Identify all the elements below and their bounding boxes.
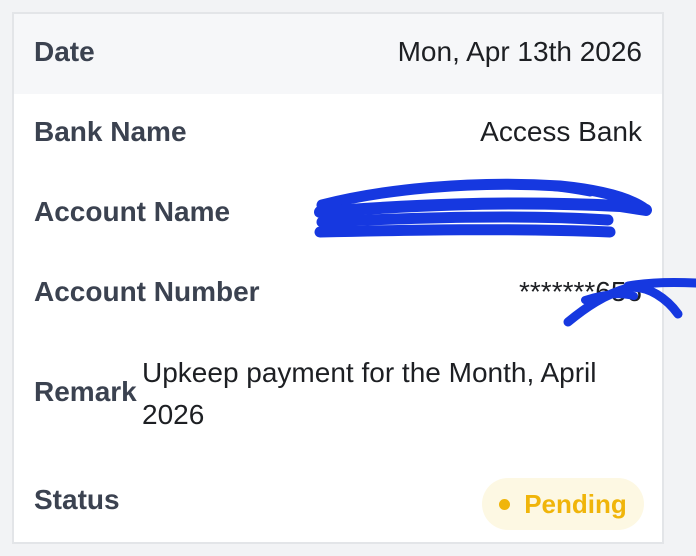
transaction-details-card: Date Mon, Apr 13th 2026 Bank Name Access… bbox=[12, 12, 664, 544]
bank-name-label: Bank Name bbox=[34, 116, 187, 147]
status-badge: Pending bbox=[482, 478, 644, 530]
date-label: Date bbox=[34, 36, 95, 67]
account-name-row: Account Name bbox=[14, 174, 662, 254]
date-row: Date Mon, Apr 13th 2026 bbox=[14, 14, 662, 94]
remark-label: Remark bbox=[34, 376, 137, 407]
account-number-value: *******656 bbox=[519, 276, 642, 307]
account-name-label: Account Name bbox=[34, 196, 231, 227]
remark-value: Upkeep payment for the Month, April 2026 bbox=[142, 357, 597, 430]
status-label: Status bbox=[34, 484, 120, 515]
account-number-label: Account Number bbox=[34, 276, 260, 307]
card-bottom-border bbox=[12, 542, 664, 544]
bank-name-row: Bank Name Access Bank bbox=[14, 94, 662, 174]
account-number-row: Account Number *******656 bbox=[14, 254, 662, 334]
status-dot-icon bbox=[499, 498, 511, 510]
status-badge-text: Pending bbox=[524, 488, 627, 519]
remark-row: Remark Upkeep payment for the Month, Apr… bbox=[14, 334, 662, 454]
date-value: Mon, Apr 13th 2026 bbox=[397, 36, 642, 67]
bank-name-value: Access Bank bbox=[480, 116, 642, 147]
